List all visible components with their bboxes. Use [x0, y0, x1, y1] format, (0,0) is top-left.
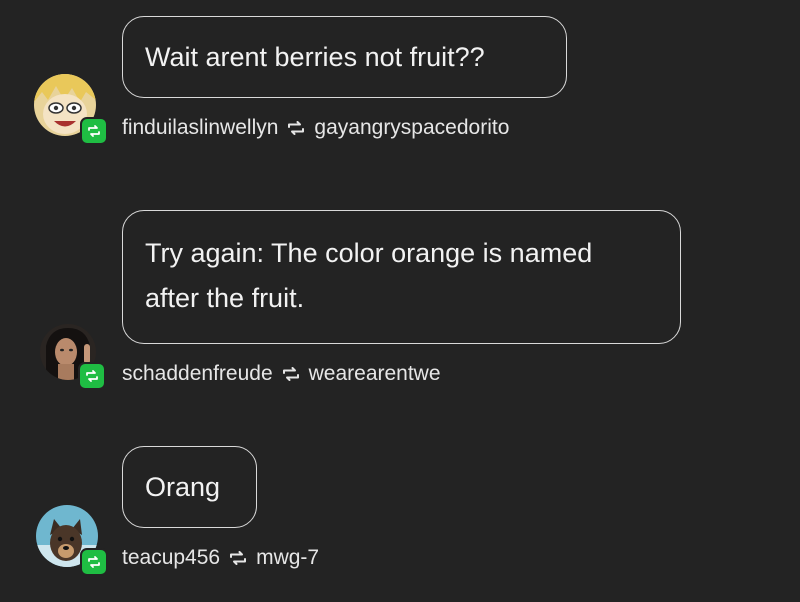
reblog-glyph-icon	[288, 121, 305, 135]
post-attribution: schaddenfreude wearearentwe	[122, 361, 441, 387]
reblog-icon	[80, 548, 108, 576]
message-text: Wait arent berries not fruit??	[145, 42, 485, 72]
message-bubble: Orang	[122, 446, 257, 528]
post-attribution: finduilaslinwellyn gayangryspacedorito	[122, 115, 509, 141]
reblog-glyph-icon	[230, 551, 247, 565]
author-username[interactable]: teacup456	[122, 546, 220, 570]
message-bubble: Wait arent berries not fruit??	[122, 16, 567, 98]
reblog-icon	[78, 362, 106, 390]
reblogged-from-username[interactable]: wearearentwe	[309, 362, 441, 386]
reblogged-from-username[interactable]: mwg-7	[256, 546, 319, 570]
reblog-glyph-icon	[282, 367, 299, 381]
message-text-line-2: after the fruit.	[145, 283, 305, 313]
message-text: Orang	[145, 472, 221, 502]
message-bubble: Try again: The color orange is named aft…	[122, 210, 681, 344]
author-username[interactable]: schaddenfreude	[122, 362, 273, 386]
post-attribution: teacup456 mwg-7	[122, 545, 319, 571]
message-text-line-1: Try again: The color orange is named	[145, 238, 593, 268]
reblog-icon	[80, 117, 108, 145]
reblogged-from-username[interactable]: gayangryspacedorito	[314, 116, 509, 140]
author-username[interactable]: finduilaslinwellyn	[122, 116, 278, 140]
